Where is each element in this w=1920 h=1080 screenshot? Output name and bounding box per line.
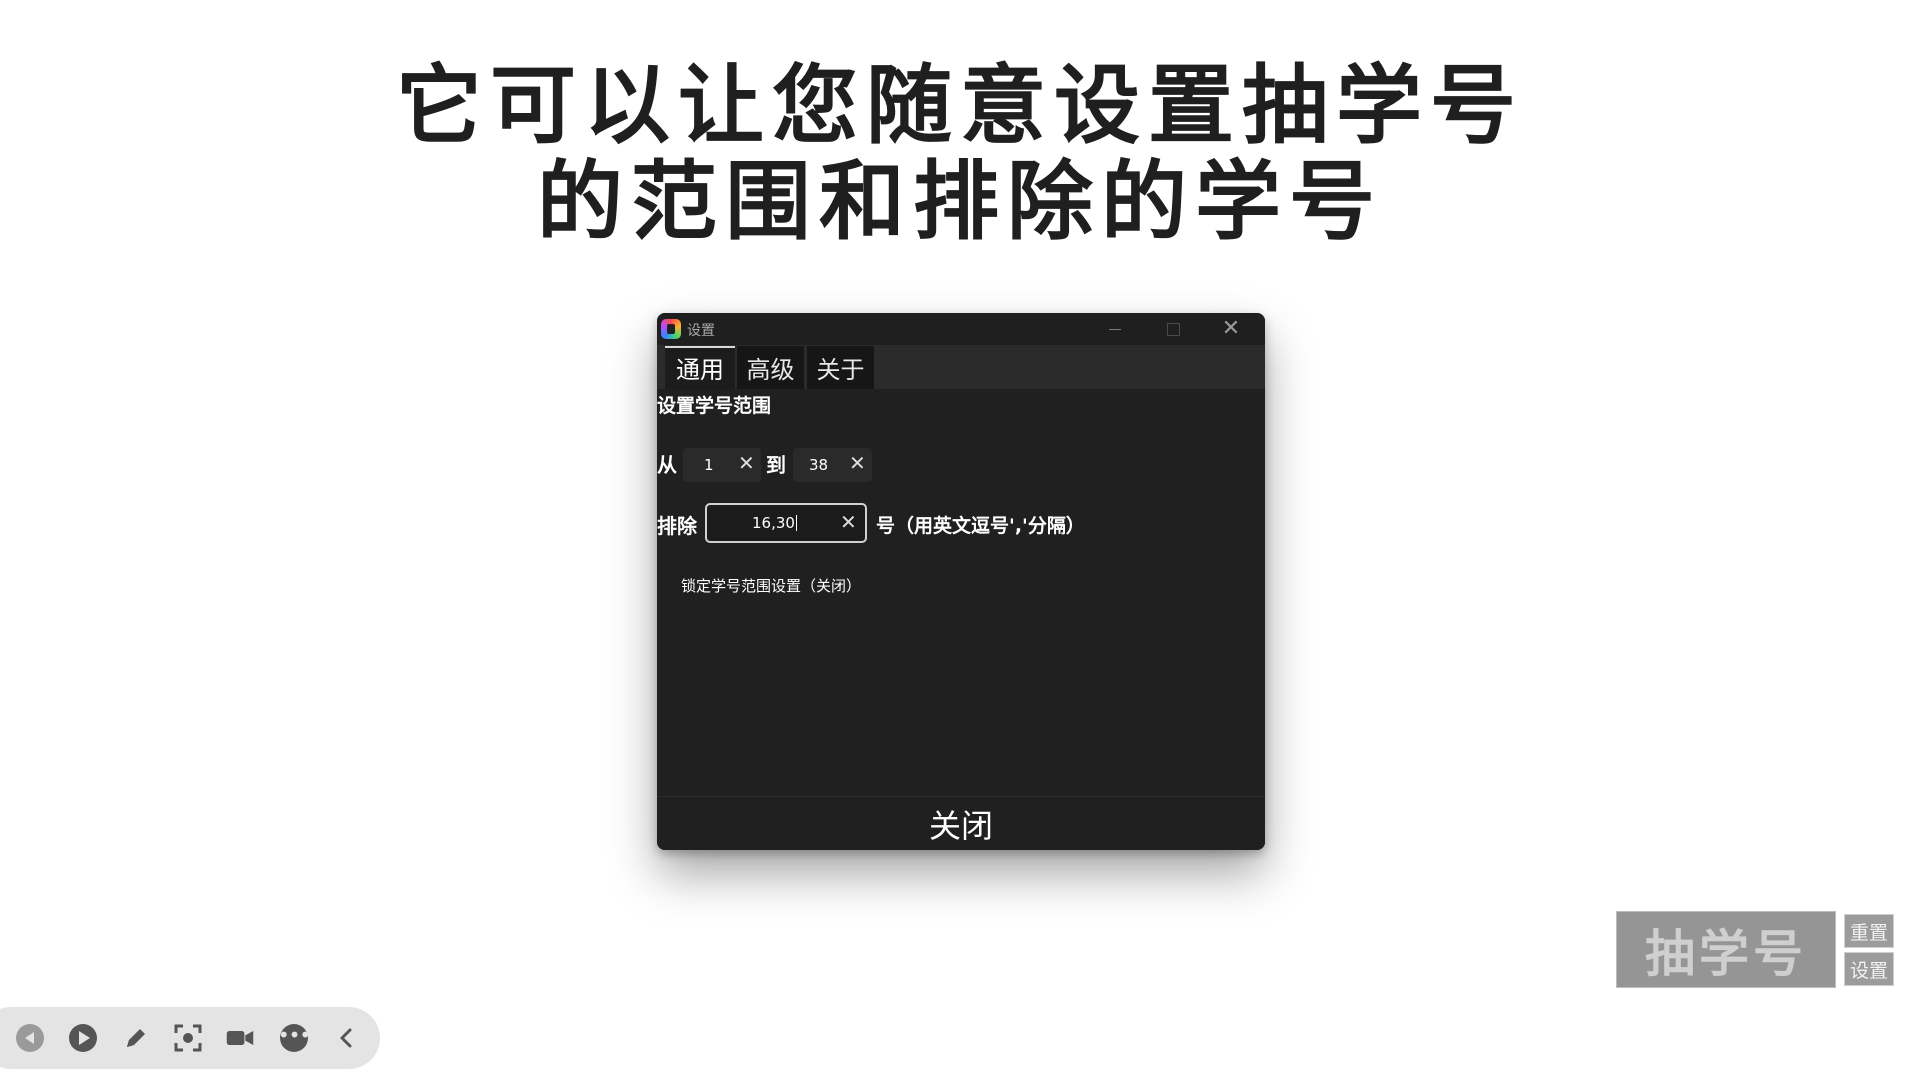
camera-icon	[226, 1030, 254, 1046]
camera-button[interactable]	[225, 1023, 255, 1053]
collapse-icon	[340, 1028, 352, 1048]
reset-button[interactable]: 重置	[1844, 914, 1894, 948]
clear-from-icon[interactable]: ✕	[738, 451, 755, 475]
more-button[interactable]: •••	[278, 1023, 311, 1053]
app-icon	[661, 319, 681, 339]
lock-range-toggle[interactable]: 锁定学号范围设置（关闭）	[681, 575, 861, 596]
screenshot-icon	[174, 1024, 202, 1052]
range-from-input[interactable]: 1 ✕	[683, 448, 761, 482]
clear-exclude-icon[interactable]: ✕	[840, 510, 857, 534]
title-bar[interactable]: 设置 ✕	[657, 313, 1265, 345]
headline-line-2: 的范围和排除的学号	[537, 152, 1383, 252]
maximize-icon	[1166, 322, 1180, 336]
prev-button[interactable]	[15, 1023, 45, 1053]
settings-button[interactable]: 设置	[1844, 952, 1894, 986]
maximize-button[interactable]	[1145, 313, 1201, 345]
window-close-button[interactable]: ✕	[1203, 313, 1259, 345]
range-to-value: 38	[809, 456, 829, 474]
pen-icon	[127, 1029, 145, 1047]
range-to-label: 到	[766, 453, 786, 477]
play-button[interactable]	[68, 1023, 98, 1053]
section-title: 设置学号范围	[657, 395, 772, 417]
tab-general[interactable]: 通用	[665, 346, 735, 389]
minimize-button[interactable]	[1087, 313, 1143, 345]
headline-line-1: 它可以让您随意设置抽学号	[396, 56, 1524, 156]
close-button[interactable]: 关闭	[657, 797, 1265, 850]
window-title: 设置	[687, 323, 715, 339]
collapse-button[interactable]	[332, 1023, 362, 1053]
draw-number-button[interactable]: 抽学号	[1616, 911, 1836, 988]
exclude-hint: 号（用英文逗号','分隔）	[876, 515, 1085, 537]
tab-advanced[interactable]: 高级	[737, 346, 804, 389]
settings-window: 设置 ✕ 通用 高级 关于 设置学号范围 从 1 ✕ 到 38 ✕ 排除 16,…	[657, 313, 1265, 850]
headline: 它可以让您随意设置抽学号 的范围和排除的学号	[0, 58, 1920, 250]
exclude-label: 排除	[657, 514, 697, 538]
exclude-input[interactable]: 16,30 ✕	[705, 503, 867, 543]
minimize-icon	[1109, 328, 1121, 330]
tab-about[interactable]: 关于	[807, 346, 874, 389]
presentation-slide: 它可以让您随意设置抽学号 的范围和排除的学号 设置 ✕ 通用 高级 关于 设置学…	[0, 0, 1920, 1080]
exclude-value: 16,30	[752, 514, 797, 532]
range-to-input[interactable]: 38 ✕	[793, 448, 872, 482]
play-icon	[69, 1024, 97, 1052]
more-icon: •••	[278, 1024, 311, 1052]
screenshot-button[interactable]	[173, 1023, 203, 1053]
pen-button[interactable]	[121, 1023, 151, 1053]
prev-icon	[16, 1024, 44, 1052]
range-from-value: 1	[704, 456, 714, 474]
range-from-label: 从	[657, 453, 677, 477]
close-icon: ✕	[1221, 316, 1241, 341]
clear-to-icon[interactable]: ✕	[849, 451, 866, 475]
